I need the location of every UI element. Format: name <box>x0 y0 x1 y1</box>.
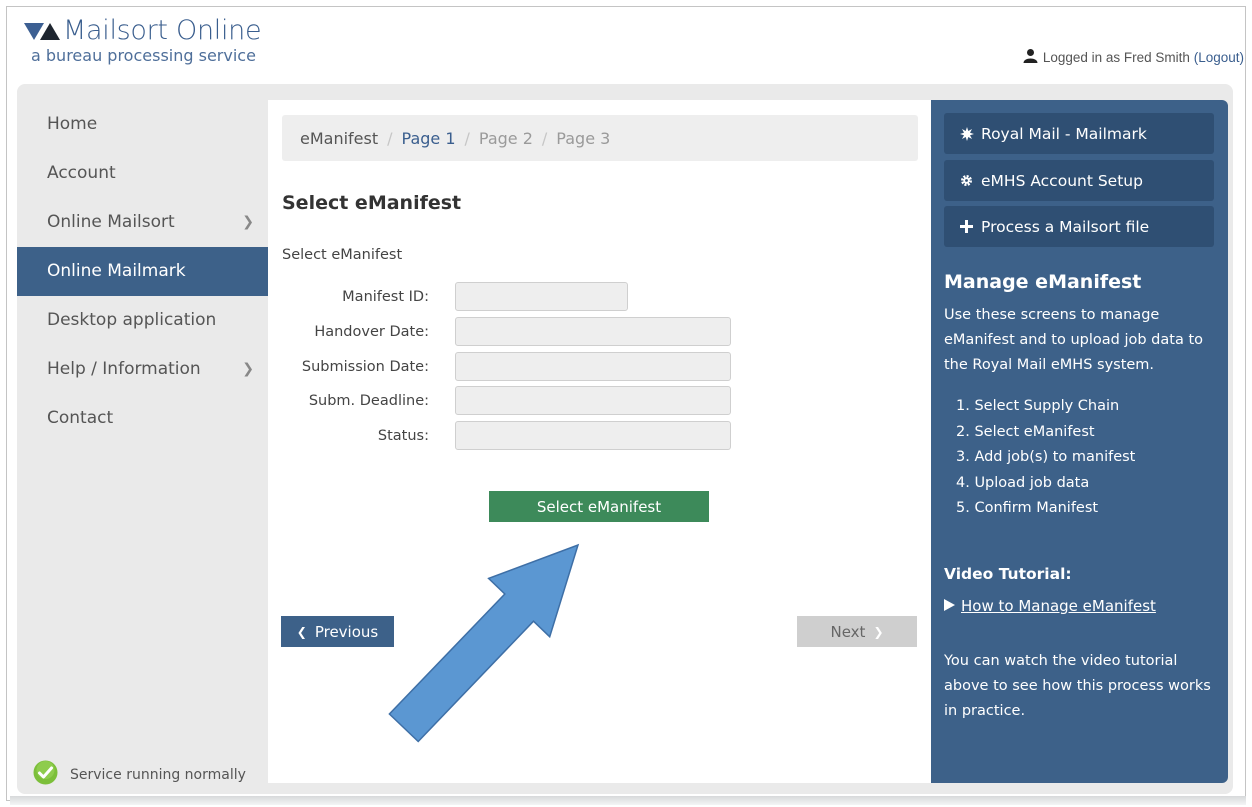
video-note: You can watch the video tutorial above t… <box>944 653 1211 719</box>
subm-deadline-label: Subm. Deadline: <box>308 392 429 409</box>
breadcrumb: eManifest / Page 1 / Page 2 / Page 3 <box>282 115 918 161</box>
manifest-id-field[interactable] <box>455 282 628 311</box>
chevron-left-icon: ❮ <box>296 624 307 639</box>
handover-date-label: Handover Date: <box>314 323 429 340</box>
sidebar-item-account[interactable]: Account <box>17 149 268 198</box>
select-emanifest-label: Select eManifest <box>536 497 662 516</box>
handover-date-field[interactable] <box>455 317 731 346</box>
sidebar-item-home[interactable]: Home <box>17 100 268 149</box>
royal-mail-mailmark-label: Royal Mail - Mailmark <box>981 124 1147 143</box>
status-text: Service running normally <box>70 766 246 783</box>
list-item: 2. Select eManifest <box>956 423 1095 440</box>
select-emanifest-button[interactable]: Select eManifest <box>489 491 709 522</box>
sidebar-item-label: Home <box>47 114 98 134</box>
sidebar-item-contact[interactable]: Contact <box>17 394 268 443</box>
logo[interactable]: Mailsort Online a bureau processing serv… <box>24 15 262 65</box>
service-status: Service running normally <box>33 760 246 789</box>
logo-title: Mailsort Online <box>63 15 262 46</box>
steps-list: 1. Select Supply Chain 2. Select eManife… <box>956 394 1135 522</box>
window-shadow <box>10 796 1246 805</box>
logo-subtitle: a bureau processing service <box>31 46 256 65</box>
user-icon <box>1023 48 1038 66</box>
gear-icon <box>960 174 974 187</box>
manifest-id-label: Manifest ID: <box>342 288 429 305</box>
submission-date-row: Submission Date: <box>268 352 731 381</box>
sidebar-item-label: Account <box>47 163 116 183</box>
sidebar-item-online-mailsort[interactable]: Online Mailsort ❯ <box>17 198 268 247</box>
previous-button[interactable]: ❮ Previous <box>281 616 394 647</box>
breadcrumb-separator: / <box>387 128 393 148</box>
emhs-account-setup-label: eMHS Account Setup <box>981 171 1143 190</box>
help-title: Manage eManifest <box>944 271 1142 293</box>
logout-link[interactable]: (Logout) <box>1194 50 1244 65</box>
next-button[interactable]: Next ❯ <box>797 616 917 647</box>
chevron-right-icon: ❯ <box>242 361 254 377</box>
handover-date-row: Handover Date: <box>268 317 731 346</box>
sidebar-item-desktop-application[interactable]: Desktop application <box>17 296 268 345</box>
sidebar-item-online-mailmark[interactable]: Online Mailmark <box>17 247 268 296</box>
process-mailsort-file-button[interactable]: Process a Mailsort file <box>944 206 1214 247</box>
login-status: Logged in as Fred Smith (Logout) <box>1023 48 1244 66</box>
submission-date-label: Submission Date: <box>301 358 429 375</box>
help-panel: Royal Mail - Mailmark eMHS Account Setup… <box>931 100 1228 783</box>
sidebar-nav: Home Account Online Mailsort ❯ Online Mai… <box>17 100 268 443</box>
breadcrumb-separator: / <box>541 128 548 148</box>
previous-label: Previous <box>314 622 379 641</box>
subm-deadline-row: Subm. Deadline: <box>268 386 731 415</box>
sidebar-item-label: Help / Information <box>47 359 201 379</box>
chevron-right-icon: ❯ <box>873 624 884 639</box>
list-item: 5. Confirm Manifest <box>956 500 1099 516</box>
list-item: 3. Add job(s) to manifest <box>956 449 1136 465</box>
video-link-label: How to Manage eManifest <box>961 597 1156 615</box>
list-item: 4. Upload job data <box>956 474 1090 491</box>
status-label: Status: <box>377 427 429 444</box>
video-tutorial-title: Video Tutorial: <box>944 565 1072 583</box>
logo-triangle-up-icon <box>40 22 60 40</box>
annotation-arrow-icon <box>388 543 580 743</box>
sidebar-item-label: Online Mailmark <box>47 261 186 281</box>
emhs-account-setup-button[interactable]: eMHS Account Setup <box>944 160 1214 201</box>
next-label: Next <box>830 622 866 641</box>
login-text: Logged in as Fred Smith <box>1042 49 1190 65</box>
sidebar-item-label: Contact <box>47 408 114 428</box>
main-content: eManifest / Page 1 / Page 2 / Page 3 Sel… <box>268 100 931 783</box>
status-row: Status: <box>268 421 731 450</box>
check-circle-icon <box>33 760 58 789</box>
manifest-id-row: Manifest ID: <box>268 282 628 311</box>
royal-mail-mailmark-button[interactable]: Royal Mail - Mailmark <box>944 113 1214 154</box>
page-title: Select eManifest <box>282 192 462 214</box>
starburst-icon <box>960 126 974 141</box>
section-label: Select eManifest <box>282 247 403 263</box>
breadcrumb-page-2: Page 2 <box>478 128 533 148</box>
video-tutorial-link[interactable]: How to Manage eManifest <box>944 597 1156 615</box>
status-field[interactable] <box>455 421 731 450</box>
list-item: 1. Select Supply Chain <box>956 398 1120 414</box>
subm-deadline-field[interactable] <box>455 386 731 415</box>
help-description: Use these screens to manage eManifest an… <box>944 307 1203 373</box>
submission-date-field[interactable] <box>455 352 731 381</box>
breadcrumb-page-3: Page 3 <box>556 128 611 148</box>
play-icon <box>944 597 955 615</box>
process-mailsort-file-label: Process a Mailsort file <box>981 217 1150 236</box>
sidebar-item-label: Online Mailsort <box>47 212 175 232</box>
sidebar-item-label: Desktop application <box>47 310 217 330</box>
sidebar-item-help-information[interactable]: Help / Information ❯ <box>17 345 268 394</box>
breadcrumb-emanifest[interactable]: eManifest <box>300 129 378 148</box>
breadcrumb-page-1[interactable]: Page 1 <box>402 129 456 148</box>
chevron-right-icon: ❯ <box>242 214 254 230</box>
breadcrumb-separator: / <box>464 128 470 148</box>
plus-icon <box>960 220 974 233</box>
